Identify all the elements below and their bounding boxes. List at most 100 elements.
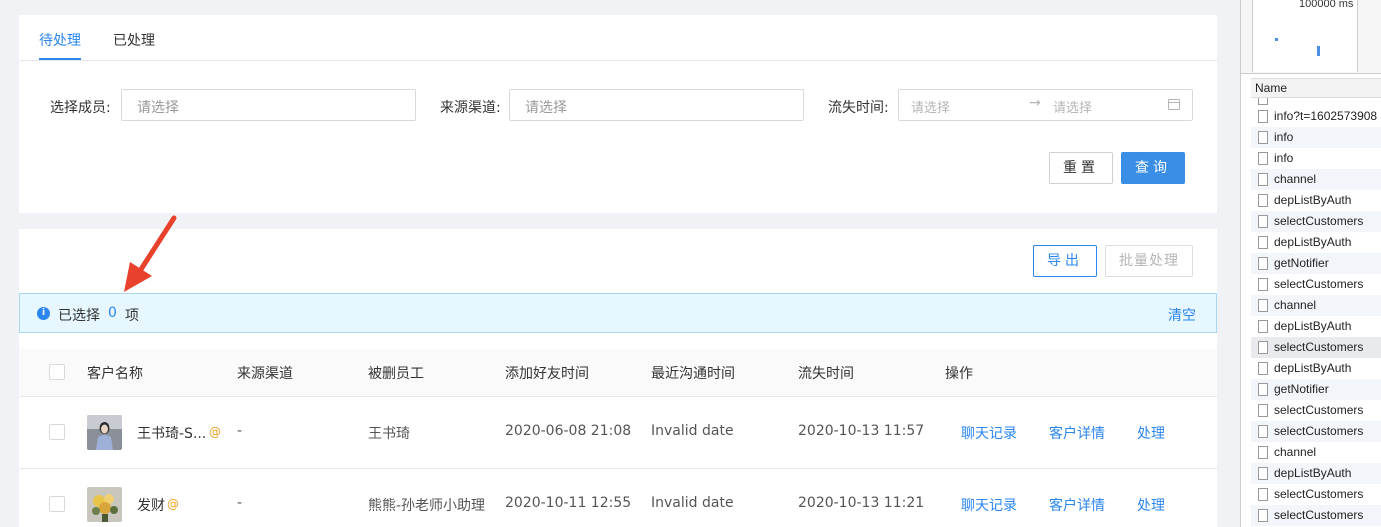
file-icon [1258, 215, 1268, 228]
chat-history-link[interactable]: 聊天记录 [961, 423, 1017, 443]
member-select-placeholder: 请选择 [137, 100, 179, 116]
network-request-item[interactable]: depListByAuth [1251, 316, 1381, 337]
lost-time: 2020-10-13 11:57 [798, 423, 925, 439]
devtools-network-panel: 100000 ms Name info?t=1602573908 info in… [1240, 0, 1381, 527]
selection-count: 0 [108, 305, 117, 321]
filter-card: 待处理 已处理 选择成员: 请选择 来源渠道: 请选择 流失时间: 请选择 → … [19, 15, 1217, 213]
process-link[interactable]: 处理 [1137, 423, 1165, 443]
calendar-icon[interactable] [1168, 99, 1180, 110]
network-request-item[interactable]: selectCustomers [1251, 211, 1381, 232]
lost-time-range-picker[interactable]: 请选择 → 请选择 [898, 89, 1193, 121]
network-request-item[interactable]: depListByAuth [1251, 190, 1381, 211]
info-icon: i [37, 307, 50, 320]
network-request-list: info?t=1602573908 info info channel depL… [1251, 98, 1381, 526]
file-icon [1258, 131, 1268, 144]
range-end-placeholder: 请选择 [1053, 101, 1093, 116]
main-area: 待处理 已处理 选择成员: 请选择 来源渠道: 请选择 流失时间: 请选择 → … [0, 0, 1240, 527]
table-row: 发财 @ - 熊熊-孙老师小助理 2020-10-11 12:55 Invali… [19, 469, 1217, 527]
selection-alert: i 已选择 0 项 清空 [19, 293, 1217, 333]
network-request-item[interactable]: channel [1251, 295, 1381, 316]
list-card: 导出 批量处理 i 已选择 0 项 清空 客户名称 来源渠道 被删员工 添加好友… [19, 229, 1217, 527]
deleted-employee: 王书琦 [368, 426, 410, 442]
file-icon [1258, 152, 1268, 165]
network-request-item[interactable]: selectCustomers [1251, 484, 1381, 505]
network-request-item[interactable]: selectCustomers [1251, 337, 1381, 358]
col-added-time: 添加好友时间 [505, 366, 589, 382]
avatar [87, 415, 122, 450]
network-request-item[interactable]: selectCustomers [1251, 421, 1381, 442]
member-select[interactable]: 请选择 [121, 89, 416, 121]
range-arrow-icon: → [1029, 95, 1041, 111]
network-request-item[interactable]: depListByAuth [1251, 463, 1381, 484]
batch-process-button[interactable]: 批量处理 [1105, 245, 1193, 277]
network-name-column-header[interactable]: Name [1251, 78, 1381, 98]
col-lost-time: 流失时间 [798, 366, 854, 382]
export-button[interactable]: 导出 [1033, 245, 1097, 277]
source-channel: - [237, 495, 243, 511]
file-icon [1258, 383, 1268, 396]
process-link[interactable]: 处理 [1137, 495, 1165, 515]
file-icon [1258, 98, 1268, 105]
annotation-arrow-icon [124, 215, 177, 292]
network-request-item[interactable]: selectCustomers [1251, 400, 1381, 421]
wechat-at-icon: @ [209, 425, 221, 439]
file-icon [1258, 404, 1268, 417]
lost-time-filter-label: 流失时间: [828, 100, 889, 116]
chat-history-link[interactable]: 聊天记录 [961, 495, 1017, 515]
network-request-item[interactable]: getNotifier [1251, 253, 1381, 274]
deleted-employee: 熊熊-孙老师小助理 [368, 498, 486, 514]
network-request-item[interactable]: info?t=1602573908 [1251, 106, 1381, 127]
network-request-item[interactable] [1251, 98, 1381, 106]
network-request-item[interactable]: channel [1251, 169, 1381, 190]
tab-bar: 待处理 已处理 [19, 15, 1217, 61]
avatar [87, 487, 122, 522]
network-request-item[interactable]: getNotifier [1251, 379, 1381, 400]
file-icon [1258, 236, 1268, 249]
row-checkbox[interactable] [49, 424, 65, 440]
selection-suffix: 项 [125, 308, 139, 324]
col-last-contact-time: 最近沟通时间 [651, 366, 735, 382]
file-icon [1258, 341, 1268, 354]
select-all-checkbox[interactable] [49, 364, 65, 380]
table-row: 王书琦-S... @ - 王书琦 2020-06-08 21:08 Invali… [19, 397, 1217, 469]
reset-button[interactable]: 重置 [1049, 152, 1113, 184]
file-icon [1258, 425, 1268, 438]
network-request-item[interactable]: depListByAuth [1251, 232, 1381, 253]
timeline-scale-label: 100000 ms [1299, 0, 1354, 10]
network-timeline[interactable]: 100000 ms [1241, 0, 1381, 74]
col-customer-name: 客户名称 [87, 366, 143, 382]
timeline-plot [1252, 0, 1358, 72]
clear-selection-link[interactable]: 清空 [1168, 305, 1196, 325]
file-icon [1258, 362, 1268, 375]
customer-name: 发财 [137, 498, 165, 514]
file-icon [1258, 299, 1268, 312]
wechat-at-icon: @ [167, 497, 179, 511]
customer-detail-link[interactable]: 客户详情 [1049, 495, 1105, 515]
selection-prefix: 已选择 [58, 308, 100, 324]
network-request-item[interactable]: selectCustomers [1251, 274, 1381, 295]
timeline-marker [1275, 38, 1278, 41]
tab-processed[interactable]: 已处理 [113, 30, 155, 50]
row-checkbox[interactable] [49, 496, 65, 512]
file-icon [1258, 257, 1268, 270]
network-request-item[interactable]: depListByAuth [1251, 358, 1381, 379]
network-request-item[interactable]: channel [1251, 442, 1381, 463]
network-request-item[interactable]: info [1251, 148, 1381, 169]
added-time: 2020-10-11 12:55 [505, 495, 632, 511]
channel-select[interactable]: 请选择 [509, 89, 804, 121]
file-icon [1258, 509, 1268, 522]
file-icon [1258, 467, 1268, 480]
file-icon [1258, 110, 1268, 123]
tab-pending[interactable]: 待处理 [39, 30, 81, 50]
query-button[interactable]: 查询 [1121, 152, 1185, 184]
network-request-item[interactable]: info [1251, 127, 1381, 148]
timeline-bar [1317, 46, 1320, 56]
member-filter-label: 选择成员: [50, 100, 111, 116]
file-icon [1258, 320, 1268, 333]
active-tab-indicator [39, 58, 81, 60]
col-source-channel: 来源渠道 [237, 366, 293, 382]
added-time: 2020-06-08 21:08 [505, 423, 632, 439]
customer-detail-link[interactable]: 客户详情 [1049, 423, 1105, 443]
col-actions: 操作 [945, 366, 973, 382]
network-request-item[interactable]: selectCustomers [1251, 505, 1381, 526]
